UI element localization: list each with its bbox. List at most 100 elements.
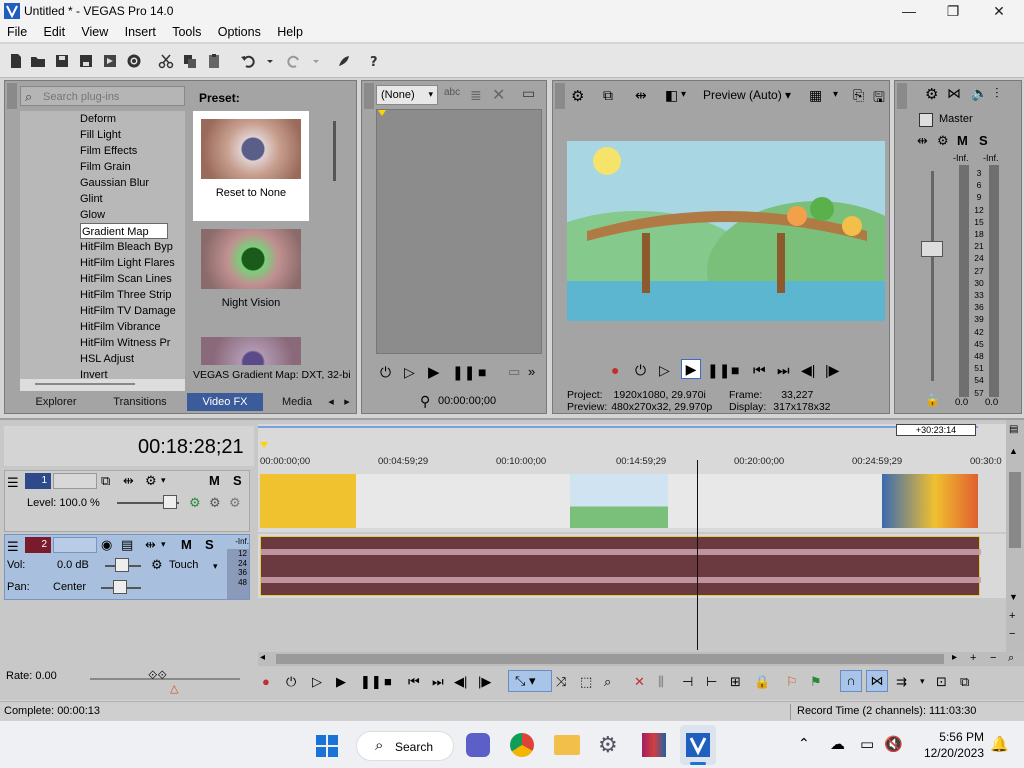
track-expand-icon[interactable]: ☰ xyxy=(7,475,19,491)
render-icon[interactable] xyxy=(102,53,118,69)
tree-item-hitfilm-tv-damage[interactable]: HitFilm TV Damage xyxy=(80,303,185,319)
external-monitor-icon[interactable]: ⧉ xyxy=(603,87,613,104)
preview-settings-gear-icon[interactable]: ⚙ xyxy=(571,87,584,105)
mixer-downmix-icon[interactable]: ⋈ xyxy=(947,85,961,102)
trimmer-dropdown[interactable]: (None) ▾ xyxy=(376,85,438,105)
open-folder-icon[interactable] xyxy=(30,53,46,69)
vol-slider-handle[interactable] xyxy=(115,558,129,572)
tree-item-hsl-adjust[interactable]: HSL Adjust xyxy=(80,351,185,367)
arm-record-icon[interactable]: ◉ xyxy=(101,537,112,553)
video-solo-button[interactable]: S xyxy=(233,473,242,488)
stop-icon[interactable]: ■ xyxy=(731,362,739,378)
playhead-cursor[interactable] xyxy=(697,460,698,650)
tree-item-gaussian-blur[interactable]: Gaussian Blur xyxy=(80,175,185,191)
undo-icon[interactable] xyxy=(240,53,256,69)
video-event-cartoon[interactable] xyxy=(570,474,668,528)
envelope-edit-tool-icon[interactable]: ⤨ xyxy=(556,674,566,690)
tree-item-hitfilm-vibrance[interactable]: HitFilm Vibrance xyxy=(80,319,185,335)
vertical-scroll-thumb[interactable] xyxy=(1009,472,1021,548)
tree-item-glow[interactable]: Glow xyxy=(80,207,185,223)
trim-end-icon[interactable]: ⊢ xyxy=(706,674,717,690)
taskbar-clock[interactable]: 5:56 PM 12/20/2023 xyxy=(914,729,984,761)
track-motion-icon[interactable]: ⇹ xyxy=(123,473,134,489)
loop-region-bar[interactable] xyxy=(258,426,978,428)
trimmer-view[interactable] xyxy=(376,109,542,354)
tree-item-film-grain[interactable]: Film Grain xyxy=(80,159,185,175)
effects-chain-icon[interactable]: ⚙ xyxy=(189,495,201,511)
timeline-ruler[interactable]: +30:23:14 00:00:00;00 00:04:59;29 00:10:… xyxy=(258,424,1006,472)
level-slider-handle[interactable] xyxy=(163,495,177,509)
trimmer-more-icon[interactable]: » xyxy=(528,364,535,379)
panel-grip[interactable] xyxy=(555,83,565,109)
trimmer-options-icon[interactable]: ▭ xyxy=(522,85,535,102)
master-fx-gear-icon[interactable]: ⚙ xyxy=(937,133,949,149)
video-event-blank[interactable] xyxy=(356,474,570,528)
tab-explorer[interactable]: Explorer xyxy=(23,393,89,411)
menu-tools[interactable]: Tools xyxy=(165,22,207,39)
lock-envelopes-icon[interactable]: ⊡ xyxy=(936,674,947,690)
pause-icon[interactable]: ❚❚ xyxy=(707,362,730,379)
zoom-out-horizontal-icon[interactable]: − xyxy=(990,652,996,664)
audio-track-name-field[interactable] xyxy=(53,537,97,553)
show-hidden-icons-chevron-icon[interactable]: ⌃ xyxy=(798,735,810,752)
video-track-name-field[interactable] xyxy=(53,473,97,489)
properties-gear-icon[interactable] xyxy=(126,53,142,69)
preset-scrollbar[interactable] xyxy=(333,121,336,181)
menu-view[interactable]: View xyxy=(74,22,114,39)
tree-item-invert[interactable]: Invert xyxy=(80,367,185,379)
video-event-universe[interactable] xyxy=(882,474,978,528)
master-fader-handle[interactable] xyxy=(921,241,943,257)
tab-transitions[interactable]: Transitions xyxy=(105,393,175,411)
tree-item-hitfilm-witness-protection[interactable]: HitFilm Witness Pr xyxy=(80,335,185,351)
timeline-play-icon[interactable]: ▶ xyxy=(336,674,346,690)
trimmer-play-from-start-icon[interactable]: ▷ xyxy=(404,364,415,381)
mixer-gear-icon[interactable]: ⚙ xyxy=(925,85,938,103)
timeline-loop-icon[interactable]: ⏻ xyxy=(286,674,296,690)
marker-toolbar-icon[interactable]: ▤ xyxy=(1009,424,1018,435)
preview-quality-dropdown[interactable]: Preview (Auto) ▾ xyxy=(703,88,791,102)
zoom-tool-icon[interactable]: ⌕ xyxy=(1008,652,1014,665)
compositing-mode-icon[interactable]: ⧉ xyxy=(101,473,110,489)
tree-horizontal-scrollbar[interactable] xyxy=(20,379,185,391)
delete-icon[interactable]: ✕ xyxy=(492,85,505,105)
menu-options[interactable]: Options xyxy=(211,22,267,39)
auto-crossfade-button[interactable]: ⋈ xyxy=(866,670,888,692)
automation-dropdown-icon[interactable]: ▾ xyxy=(213,561,218,572)
timeline-horizontal-scrollbar[interactable]: ◂ ▸ + − ⌕ xyxy=(258,652,1024,666)
insert-region-icon[interactable]: ⚑ xyxy=(810,674,822,690)
timeline-pause-icon[interactable]: ❚❚ xyxy=(360,674,382,690)
selection-edit-tool-icon[interactable]: ⬚ xyxy=(580,674,592,690)
save-icon[interactable] xyxy=(54,53,70,69)
split-icon[interactable]: ⊞ xyxy=(730,674,741,690)
close-button[interactable]: ✕ xyxy=(976,0,1022,22)
play-button[interactable]: ▶ xyxy=(681,359,701,379)
audio-fx-dropdown-icon[interactable]: ▾ xyxy=(161,539,166,550)
scroll-left-icon[interactable]: ◂ xyxy=(260,652,265,663)
volume-muted-icon[interactable]: 🔇 xyxy=(884,735,903,753)
scroll-right-icon[interactable]: ▸ xyxy=(952,652,957,663)
settings-gear-icon[interactable]: ⚙ xyxy=(598,733,618,757)
cut-icon[interactable] xyxy=(158,53,174,69)
copy-snapshot-icon[interactable]: ⎘ xyxy=(853,87,864,104)
search-box[interactable]: ⌕ xyxy=(20,86,185,106)
go-to-start-icon[interactable]: ⏮ xyxy=(753,362,766,379)
master-fx-icon[interactable] xyxy=(919,113,933,127)
taskbar-search-box[interactable]: ⌕ Search xyxy=(356,731,454,761)
video-track-header[interactable]: ☰ 1 ⧉ ⇹ ⚙ ▾ M S Level: 100.0 % ⚙ ⚙ ⚙ xyxy=(4,470,250,532)
overlays-grid-icon[interactable]: ▦ xyxy=(809,87,822,104)
composite-parent-icon[interactable]: ⚙ xyxy=(209,495,221,511)
insert-marker-icon[interactable]: ⚐ xyxy=(786,674,798,690)
play-from-start-icon[interactable]: ▷ xyxy=(659,362,670,379)
pan-slider-handle[interactable] xyxy=(113,580,127,594)
normal-edit-tool-button[interactable]: ⤡ ▾ xyxy=(508,670,552,692)
scroll-up-icon[interactable]: ▲ xyxy=(1009,446,1018,456)
redo-dropdown-icon[interactable] xyxy=(308,53,324,69)
fx-dropdown-icon[interactable]: ▾ xyxy=(161,475,166,486)
lock-icon[interactable]: 🔒 xyxy=(925,393,940,407)
dim-output-icon[interactable]: 🔈 xyxy=(971,85,988,102)
file-explorer-icon[interactable] xyxy=(554,735,580,755)
audio-event[interactable] xyxy=(260,536,981,596)
zoom-in-horizontal-icon[interactable]: + xyxy=(970,652,976,664)
invert-phase-icon[interactable]: ▤ xyxy=(121,537,133,553)
ripple-dropdown-icon[interactable]: ▾ xyxy=(920,676,925,687)
